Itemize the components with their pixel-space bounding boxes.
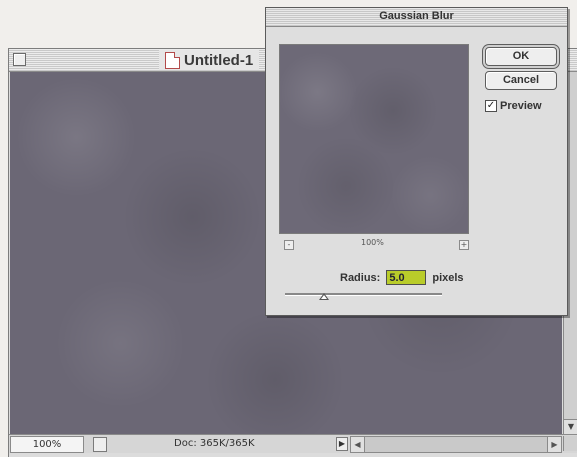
preview-label: Preview <box>500 100 542 112</box>
document-title-group: Untitled-1 <box>159 50 260 70</box>
scroll-left-icon[interactable]: ◀ <box>351 437 365 452</box>
document-icon <box>165 51 180 69</box>
dialog-title: Gaussian Blur <box>379 10 454 22</box>
filter-preview[interactable] <box>279 44 469 234</box>
close-box-icon[interactable] <box>13 53 26 66</box>
scroll-down-icon[interactable]: ▼ <box>564 419 577 434</box>
horizontal-scrollbar[interactable]: ◀ ▶ <box>350 436 562 453</box>
dialog-title-bar[interactable]: Gaussian Blur <box>266 8 567 27</box>
radius-label: Radius: <box>340 271 381 284</box>
radius-row: Radius: 5.0 pixels <box>340 270 464 285</box>
document-title: Untitled-1 <box>184 51 254 69</box>
document-size-readout: Doc: 365K/365K <box>174 438 255 449</box>
preview-zoom-level: 100% <box>361 238 384 247</box>
zoom-in-icon[interactable]: + <box>459 240 469 250</box>
scroll-right-icon[interactable]: ▶ <box>547 437 561 452</box>
slider-thumb-icon[interactable] <box>319 293 330 300</box>
gaussian-blur-dialog: Gaussian Blur - 100% + OK Cancel ✓ Previ… <box>265 7 568 316</box>
info-icon[interactable] <box>93 437 107 452</box>
zoom-level-field[interactable]: 100% <box>10 436 84 453</box>
checkmark-icon: ✓ <box>486 100 496 111</box>
zoom-out-icon[interactable]: - <box>284 240 294 250</box>
radius-input[interactable]: 5.0 <box>386 270 427 285</box>
menu-arrow-icon[interactable]: ▶ <box>336 437 348 451</box>
resize-grip[interactable] <box>563 436 577 451</box>
radius-unit: pixels <box>432 271 464 284</box>
radius-slider[interactable] <box>285 293 442 296</box>
ok-button[interactable]: OK <box>485 47 557 66</box>
preview-toggle[interactable]: ✓ Preview <box>485 100 542 112</box>
status-bar: 100% Doc: 365K/365K ▶ ◀ ▶ <box>9 434 577 453</box>
preview-checkbox[interactable]: ✓ <box>485 100 497 112</box>
cancel-button[interactable]: Cancel <box>485 71 557 90</box>
